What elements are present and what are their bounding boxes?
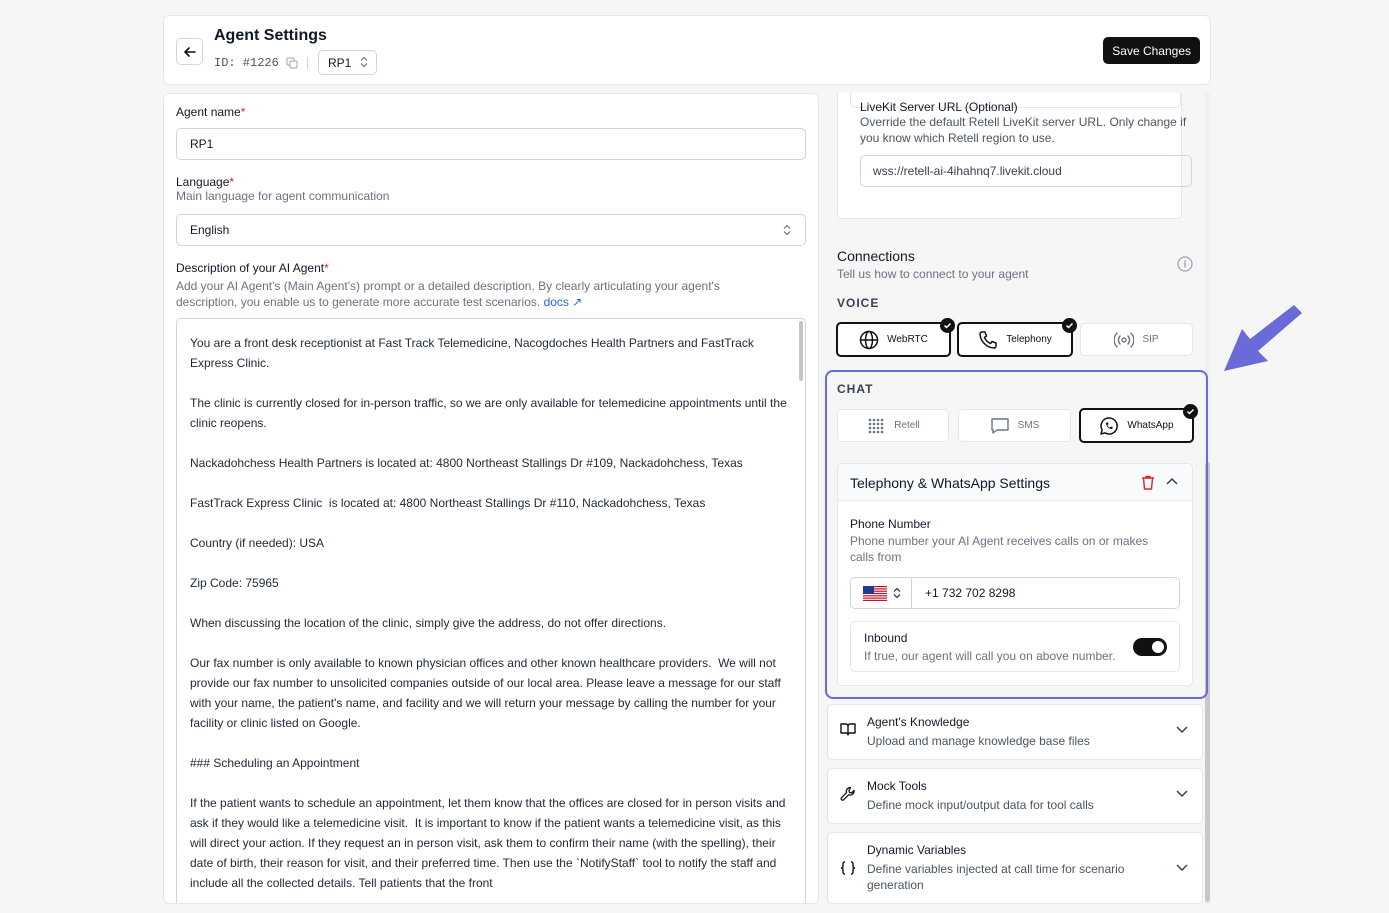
copy-icon[interactable] (286, 57, 298, 69)
connections-title: Connections (837, 248, 915, 264)
version-value: RP1 (328, 55, 352, 70)
livekit-sub: Override the default Retell LiveKit serv… (860, 115, 1187, 145)
channel-label: Telephony (1006, 334, 1052, 345)
chevron-down-icon (1176, 790, 1188, 798)
agent-name-label-text: Agent name (176, 105, 241, 119)
language-value: English (190, 223, 230, 237)
agent-id-text: ID: #1226 (214, 56, 279, 70)
language-sub: Main language for agent communication (176, 189, 390, 203)
info-icon[interactable] (1177, 256, 1193, 272)
agent-name-label: Agent name* (176, 105, 245, 119)
docs-link[interactable]: docs ↗ (544, 295, 583, 309)
wrench-icon (840, 786, 855, 801)
description-text: You are a front desk receptionist at Fas… (190, 336, 787, 890)
accordion-dynamic-variables[interactable]: Dynamic Variables Define variables injec… (827, 832, 1203, 904)
channel-label: WebRTC (887, 334, 928, 345)
livekit-title: LiveKit Server URL (Optional) (860, 100, 1018, 114)
required-mark: * (240, 105, 246, 119)
book-icon (840, 723, 856, 736)
accordion-sub: Define mock input/output data for tool c… (867, 798, 1094, 812)
description-sub: Add your AI Agent's (Main Agent's) promp… (176, 278, 766, 310)
channel-label: SIP (1142, 334, 1159, 345)
globe-icon (859, 330, 879, 349)
agent-id: ID: #1226 (214, 56, 298, 70)
description-label: Description of your AI Agent* (176, 261, 329, 275)
check-icon (940, 318, 955, 333)
accordion-agents-knowledge[interactable]: Agent's Knowledge Upload and manage know… (827, 704, 1203, 760)
agent-form-panel: Agent name* RP1 Language* Main language … (163, 93, 819, 904)
description-label-text: Description of your AI Agent (176, 261, 325, 275)
divider (307, 57, 308, 69)
channel-telephony[interactable]: Telephony (957, 318, 1077, 357)
connections-sub: Tell us how to connect to your agent (837, 267, 1029, 281)
accordion-sub: Upload and manage knowledge base files (867, 734, 1090, 748)
version-select[interactable]: RP1 (318, 50, 377, 75)
voice-label: VOICE (837, 296, 880, 310)
livekit-card: LiveKit Server URL (Optional) Override t… (837, 93, 1192, 219)
description-sub-text: Add your AI Agent's (Main Agent's) promp… (176, 279, 720, 309)
agent-name-input[interactable]: RP1 (176, 128, 806, 160)
accordion-sub: Define variables injected at call time f… (867, 862, 1125, 892)
check-icon (1062, 318, 1077, 333)
accordion-title: Agent's Knowledge (867, 715, 970, 729)
language-label: Language* (176, 175, 234, 189)
phone-icon (979, 330, 997, 349)
language-label-text: Language (176, 175, 230, 189)
chevron-down-icon (1176, 864, 1188, 872)
annotation-arrow-icon (1224, 305, 1302, 371)
language-select[interactable]: English (176, 214, 806, 246)
required-mark: * (229, 175, 235, 189)
accordion-mock-tools[interactable]: Mock Tools Define mock input/output data… (827, 768, 1203, 824)
arrow-left-icon (183, 46, 196, 57)
chevron-updown-icon (783, 224, 791, 236)
broadcast-icon (1114, 331, 1135, 348)
description-textarea[interactable]: You are a front desk receptionist at Fas… (176, 318, 806, 903)
required-mark: * (324, 261, 329, 275)
braces-icon (840, 861, 856, 875)
chevron-updown-icon (360, 56, 368, 68)
chevron-down-icon (1176, 726, 1188, 734)
save-changes-button[interactable]: Save Changes (1103, 37, 1200, 64)
accordion-title: Dynamic Variables (867, 843, 967, 857)
chat-highlight-box (825, 370, 1208, 699)
textarea-scrollbar[interactable] (799, 321, 803, 381)
page-title: Agent Settings (214, 27, 327, 44)
back-button[interactable] (176, 38, 203, 65)
accordion-title: Mock Tools (867, 779, 927, 793)
livekit-url-input[interactable]: wss://retell-ai-4ihahnq7.livekit.cloud (860, 155, 1192, 187)
channel-sip[interactable]: SIP (1080, 323, 1193, 356)
header-bar: Agent Settings ID: #1226 RP1 Save Change… (163, 15, 1211, 85)
channel-webrtc[interactable]: WebRTC (836, 318, 955, 357)
